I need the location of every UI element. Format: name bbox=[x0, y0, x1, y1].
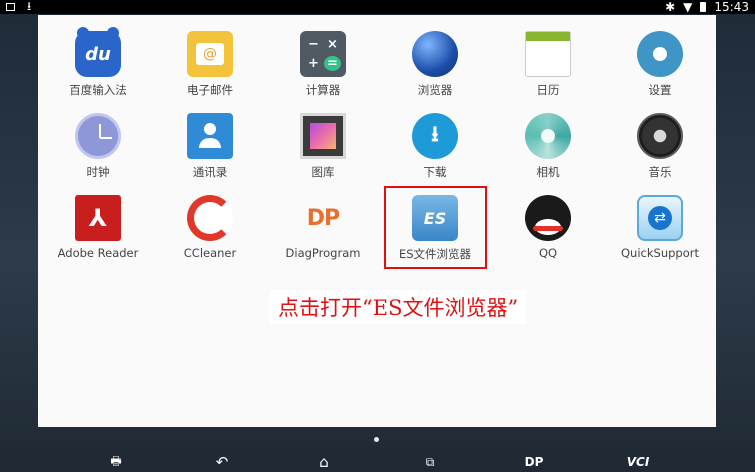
app-ccleaner[interactable]: CCleaner bbox=[155, 195, 265, 273]
download-icon: ⭳ bbox=[412, 113, 458, 159]
clock-time: 15:43 bbox=[714, 0, 749, 14]
app-label: 浏览器 bbox=[417, 83, 453, 97]
app-contacts[interactable]: 通讯录 bbox=[155, 113, 265, 191]
quicksupport-icon: ⇄ bbox=[637, 195, 683, 241]
calculator-icon: − × + = bbox=[300, 31, 346, 77]
music-icon bbox=[637, 113, 683, 159]
mail-icon: @ bbox=[187, 31, 233, 77]
app-quicksupport[interactable]: ⇄ QuickSupport bbox=[605, 195, 715, 273]
baidu-input-icon: du bbox=[75, 27, 121, 77]
app-qq[interactable]: QQ bbox=[493, 195, 603, 273]
notification-square-icon bbox=[6, 3, 15, 11]
contacts-icon bbox=[187, 113, 233, 159]
browser-globe-icon bbox=[412, 31, 458, 77]
app-downloads[interactable]: ⭳ 下载 bbox=[380, 113, 490, 191]
page-indicator-dot bbox=[374, 437, 379, 442]
app-label: QuickSupport bbox=[621, 246, 699, 260]
app-drawer: du 百度输入法 @ 电子邮件 − × + = 计算器 浏览器 日历 设置 时钟 通讯… bbox=[38, 15, 716, 427]
app-label: DiagProgram bbox=[285, 246, 361, 260]
printer-icon[interactable]: 🖶 bbox=[104, 452, 128, 472]
app-adobe-reader[interactable]: ⅄ Adobe Reader bbox=[43, 195, 153, 273]
camera-icon bbox=[525, 113, 571, 159]
gallery-icon bbox=[300, 113, 346, 159]
app-gallery[interactable]: 图库 bbox=[268, 113, 378, 191]
navigation-bar: 🖶 ↶ ⌂ ⧉ DP VCI bbox=[0, 452, 755, 472]
app-label: 下载 bbox=[423, 165, 447, 179]
app-diagprogram[interactable]: DP DiagProgram bbox=[268, 195, 378, 273]
app-label: CCleaner bbox=[183, 246, 237, 260]
adobe-reader-icon: ⅄ bbox=[75, 195, 121, 241]
app-label: 通讯录 bbox=[192, 165, 228, 179]
app-label: 电子邮件 bbox=[187, 83, 233, 97]
instruction-annotation: 点击打开“ES文件浏览器” bbox=[270, 290, 527, 324]
gear-icon bbox=[637, 31, 683, 77]
app-label: 百度输入法 bbox=[69, 83, 127, 97]
app-label: 时钟 bbox=[86, 165, 110, 179]
ccleaner-icon bbox=[187, 195, 233, 241]
app-label: 设置 bbox=[648, 83, 672, 97]
app-clock[interactable]: 时钟 bbox=[43, 113, 153, 191]
app-calculator[interactable]: − × + = 计算器 bbox=[268, 31, 378, 109]
clock-icon bbox=[75, 113, 121, 159]
highlight-box bbox=[384, 186, 487, 269]
dp-shortcut-button[interactable]: DP bbox=[518, 452, 550, 472]
app-label: 图库 bbox=[311, 165, 335, 179]
home-icon[interactable]: ⌂ bbox=[312, 452, 336, 472]
app-baidu-input[interactable]: du 百度输入法 bbox=[43, 27, 153, 109]
app-label: QQ bbox=[538, 246, 558, 260]
qq-penguin-icon bbox=[525, 195, 571, 241]
battery-icon bbox=[700, 2, 707, 12]
app-music[interactable]: 音乐 bbox=[605, 113, 715, 191]
recent-apps-icon[interactable]: ⧉ bbox=[418, 452, 442, 472]
app-label: Adobe Reader bbox=[57, 246, 139, 260]
app-calendar[interactable]: 日历 bbox=[493, 31, 603, 109]
back-icon[interactable]: ↶ bbox=[210, 452, 234, 472]
calendar-icon bbox=[525, 31, 571, 77]
app-label: 日历 bbox=[536, 83, 560, 97]
app-settings[interactable]: 设置 bbox=[605, 31, 715, 109]
download-icon: ⭳ bbox=[27, 0, 32, 13]
wifi-icon: ▼ bbox=[683, 0, 693, 14]
app-email[interactable]: @ 电子邮件 bbox=[155, 31, 265, 109]
dp-logo-icon: DP bbox=[306, 205, 340, 231]
app-browser[interactable]: 浏览器 bbox=[380, 31, 490, 109]
vci-shortcut-button[interactable]: VCI bbox=[618, 452, 658, 472]
app-label: 相机 bbox=[536, 165, 560, 179]
bluetooth-icon: ✱ bbox=[665, 0, 676, 14]
app-label: 音乐 bbox=[648, 165, 672, 179]
app-label: 计算器 bbox=[305, 83, 341, 97]
status-bar: ⭳ ✱ ▼ 15:43 bbox=[0, 0, 755, 14]
app-camera[interactable]: 相机 bbox=[493, 113, 603, 191]
